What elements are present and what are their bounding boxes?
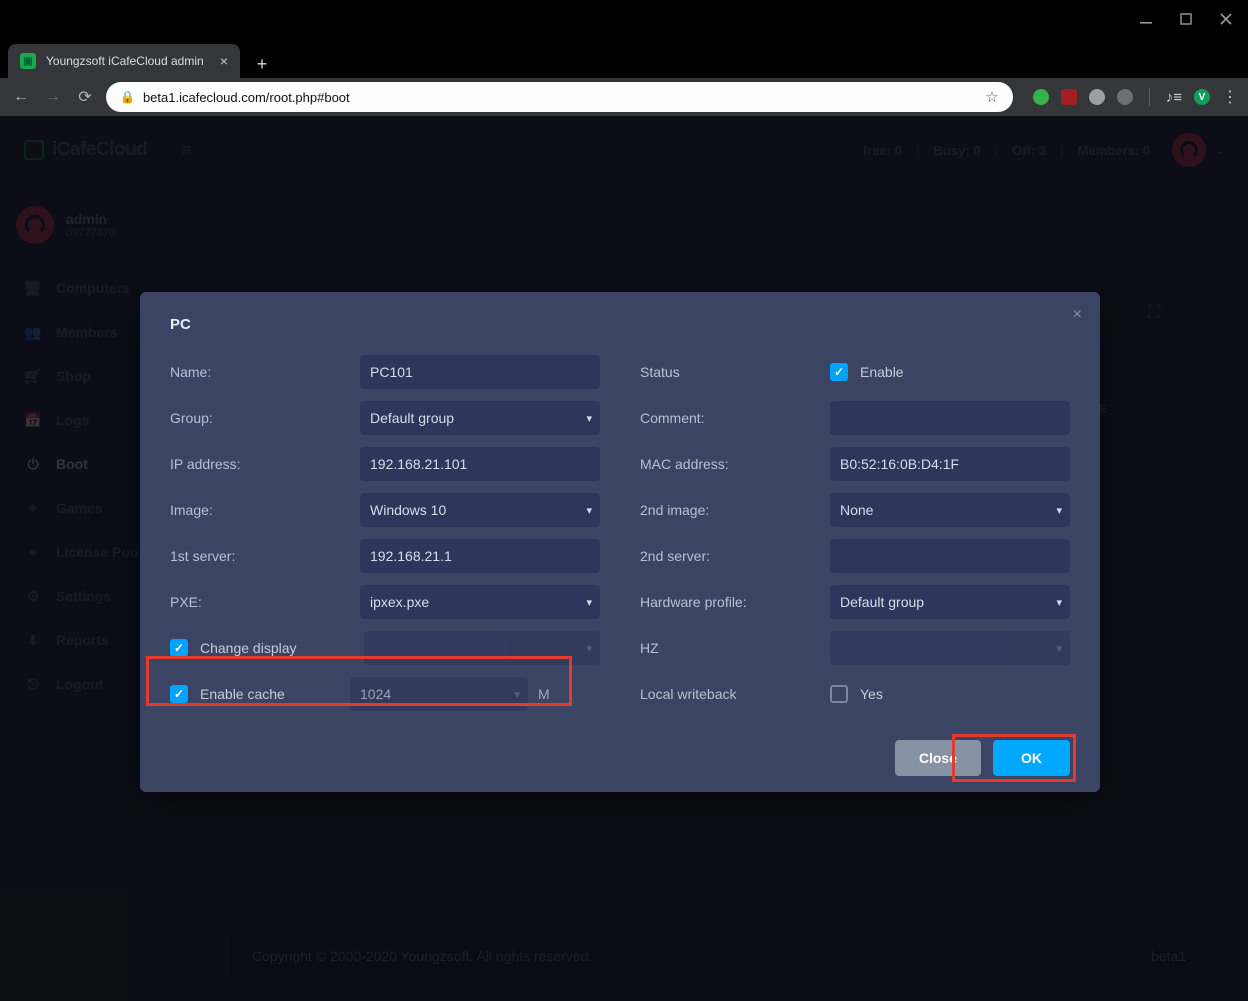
window-close-icon[interactable] — [1218, 11, 1234, 27]
ext-icon[interactable] — [1117, 89, 1133, 105]
select-hwprofile[interactable]: Default group — [830, 585, 1070, 619]
select-hz[interactable] — [830, 631, 1070, 665]
nav-back-icon[interactable]: ← — [10, 88, 32, 106]
input-ip[interactable]: 192.168.21.101 — [360, 447, 600, 481]
ext-icon[interactable] — [1061, 89, 1077, 105]
label-enable-cache: Enable cache — [200, 686, 350, 702]
cache-unit: M — [538, 686, 550, 702]
browser-tab[interactable]: ▣ Youngzsoft iCafeCloud admin × — [8, 44, 240, 78]
input-server2[interactable] — [830, 539, 1070, 573]
label-name: Name: — [170, 364, 360, 380]
bookmark-star-icon[interactable]: ☆ — [985, 88, 998, 106]
label-comment: Comment: — [640, 410, 830, 426]
profile-avatar-icon[interactable]: V — [1194, 89, 1210, 105]
close-button[interactable]: Close — [895, 740, 981, 776]
input-server1[interactable]: 192.168.21.1 — [360, 539, 600, 573]
checkbox-enable[interactable]: ✓ — [830, 363, 848, 381]
label-local-wb: Local writeback — [640, 686, 830, 702]
os-titlebar — [0, 0, 1248, 38]
label-server2: 2nd server: — [640, 548, 830, 564]
select-display[interactable] — [364, 631, 600, 665]
label-status: Status — [640, 364, 830, 380]
modal-title: PC — [170, 316, 1070, 333]
label-image2: 2nd image: — [640, 502, 830, 518]
tab-title: Youngzsoft iCafeCloud admin — [46, 54, 204, 68]
select-group[interactable]: Default group — [360, 401, 600, 435]
pc-modal: PC × Name: PC101 Group: Default group IP… — [140, 292, 1100, 792]
tabstrip: ▣ Youngzsoft iCafeCloud admin × + — [0, 38, 1248, 78]
browser-toolbar: ← → ⟳ 🔒 beta1.icafecloud.com/root.php#bo… — [0, 78, 1248, 116]
select-image[interactable]: Windows 10 — [360, 493, 600, 527]
label-ip: IP address: — [170, 456, 360, 472]
media-icon[interactable]: ♪≡ — [1166, 89, 1182, 106]
url-text: beta1.icafecloud.com/root.php#boot — [143, 90, 350, 105]
kebab-menu-icon[interactable]: ⋮ — [1222, 87, 1238, 107]
ext-icon[interactable] — [1033, 89, 1049, 105]
label-pxe: PXE: — [170, 594, 360, 610]
favicon-icon: ▣ — [20, 53, 36, 69]
label-change-display: Change display — [200, 640, 297, 656]
input-comment[interactable] — [830, 401, 1070, 435]
input-cache-size[interactable]: 1024 — [350, 677, 528, 711]
window-minimize-icon[interactable] — [1138, 11, 1154, 27]
address-bar[interactable]: 🔒 beta1.icafecloud.com/root.php#boot ☆ — [106, 82, 1013, 112]
separator — [1149, 88, 1150, 106]
lock-icon: 🔒 — [120, 90, 135, 104]
enable-text: Enable — [860, 364, 904, 380]
yes-text: Yes — [860, 686, 883, 702]
label-image: Image: — [170, 502, 360, 518]
label-mac: MAC address: — [640, 456, 830, 472]
tab-close-icon[interactable]: × — [220, 53, 228, 69]
ext-icon[interactable] — [1089, 89, 1105, 105]
ok-button[interactable]: OK — [993, 740, 1070, 776]
checkbox-local-writeback[interactable] — [830, 685, 848, 703]
window-maximize-icon[interactable] — [1178, 11, 1194, 27]
new-tab-button[interactable]: + — [248, 50, 276, 78]
extensions-row: ♪≡ V ⋮ — [1023, 87, 1238, 107]
input-mac[interactable]: B0:52:16:0B:D4:1F — [830, 447, 1070, 481]
nav-reload-icon[interactable]: ⟳ — [74, 87, 96, 107]
label-hz: HZ — [640, 640, 830, 656]
input-name[interactable]: PC101 — [360, 355, 600, 389]
checkbox-change-display[interactable]: ✓ — [170, 639, 188, 657]
select-image2[interactable]: None — [830, 493, 1070, 527]
checkbox-enable-cache[interactable]: ✓ — [170, 685, 188, 703]
modal-close-icon[interactable]: × — [1073, 306, 1082, 324]
label-group: Group: — [170, 410, 360, 426]
nav-forward-icon[interactable]: → — [42, 88, 64, 106]
label-hwprofile: Hardware profile: — [640, 594, 830, 610]
select-pxe[interactable]: ipxex.pxe — [360, 585, 600, 619]
app-viewport: iCafeCloud ≡ free: 0| Busy: 0| Off: 3| M… — [0, 116, 1248, 1001]
label-server1: 1st server: — [170, 548, 360, 564]
